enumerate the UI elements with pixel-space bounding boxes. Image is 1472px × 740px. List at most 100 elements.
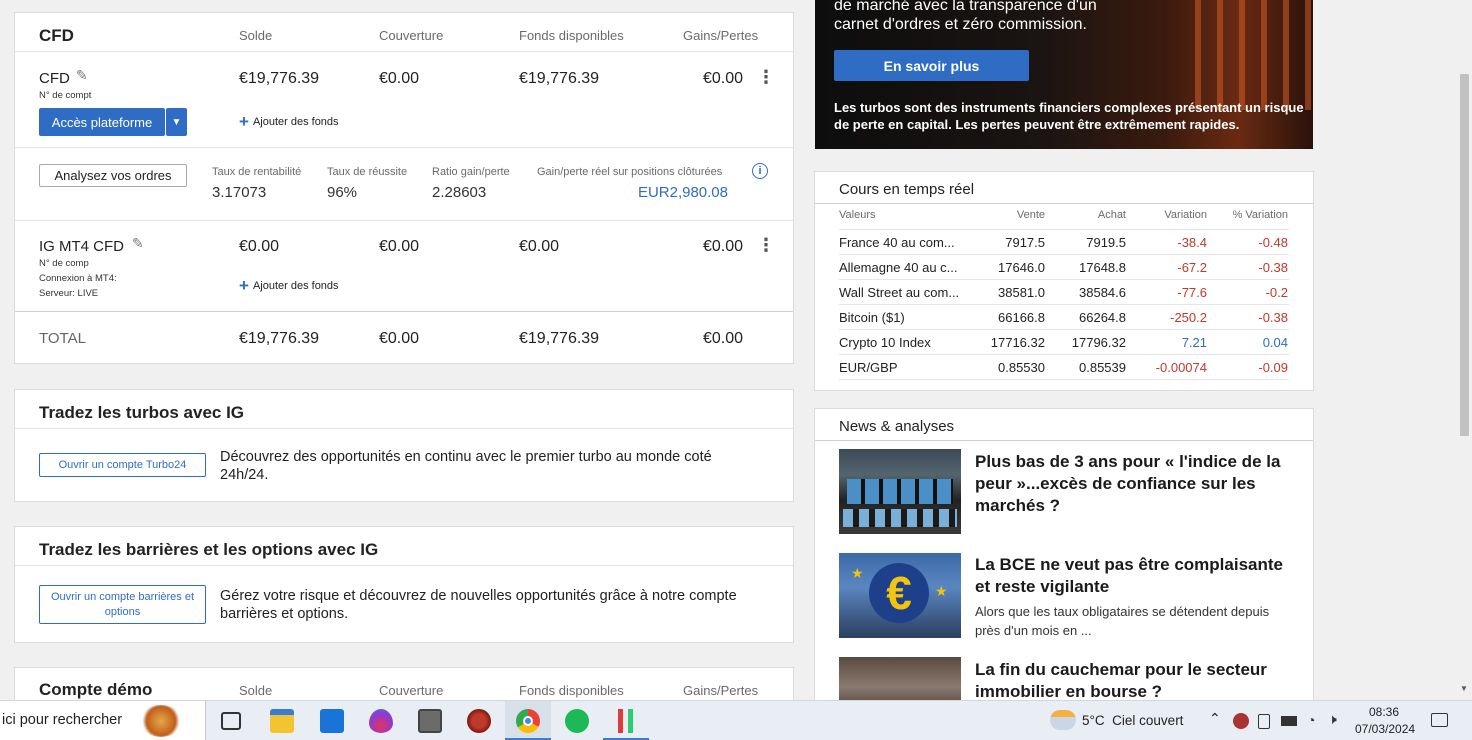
news-headline-3[interactable]: La fin du cauchemar pour le secteur immo… bbox=[975, 659, 1295, 703]
quote-name: France 40 au com... bbox=[839, 234, 955, 250]
notification-icon[interactable] bbox=[1431, 713, 1448, 727]
news-thumb-trading-floor[interactable] bbox=[839, 449, 961, 534]
quote-sell: 38581.0 bbox=[998, 284, 1045, 300]
demo-col-couverture: Couverture bbox=[379, 683, 444, 698]
quote-var: -0.00074 bbox=[1155, 359, 1207, 375]
demo-col-fonds: Fonds disponibles bbox=[519, 683, 624, 698]
file-explorer-icon[interactable] bbox=[270, 709, 294, 733]
account-mt4-couverture: €0.00 bbox=[379, 238, 420, 255]
total-couverture: €0.00 bbox=[379, 330, 420, 347]
info-icon[interactable]: i bbox=[752, 163, 768, 179]
total-gains: €0.00 bbox=[703, 330, 744, 347]
account-mt4-gains: €0.00 bbox=[703, 238, 744, 255]
task-view-icon[interactable] bbox=[221, 712, 241, 730]
star-icon: ★ bbox=[851, 565, 864, 581]
euro-icon: € bbox=[869, 563, 929, 623]
turbos-text: Découvrez des opportunités en continu av… bbox=[220, 449, 712, 483]
total-solde: €19,776.39 bbox=[239, 330, 320, 347]
news-headline-1[interactable]: Plus bas de 3 ans pour « l'indice de la … bbox=[975, 451, 1295, 517]
learn-more-button[interactable]: En savoir plus bbox=[834, 50, 1029, 81]
battery-icon[interactable] bbox=[1281, 716, 1297, 726]
barriers-card: Tradez les barrières et les options avec… bbox=[14, 526, 794, 643]
quote-name: Wall Street au com... bbox=[839, 284, 960, 300]
turbo-promo-banner: de marché avec la transparence d'un carn… bbox=[815, 0, 1313, 149]
open-barriers-button[interactable]: Ouvrir un compte barrières et options bbox=[39, 585, 206, 624]
clock-date[interactable]: 07/03/2024 bbox=[1355, 722, 1415, 736]
account-cfd-number: N° de compt bbox=[39, 90, 92, 101]
col-fonds: Fonds disponibles bbox=[519, 28, 624, 43]
candlestick-chart-icon[interactable] bbox=[614, 709, 638, 733]
quote-sell: 0.85530 bbox=[998, 359, 1045, 375]
quote-name: Bitcoin ($1) bbox=[839, 309, 905, 325]
taskbar-search-box[interactable]: ici pour rechercher bbox=[0, 701, 206, 740]
quote-pct: -0.38 bbox=[1258, 259, 1288, 275]
chevron-down-icon: ▼ bbox=[171, 116, 182, 128]
cfd-card-title: CFD bbox=[39, 26, 74, 45]
quote-name: Crypto 10 Index bbox=[839, 334, 931, 350]
account-cfd-couverture: €0.00 bbox=[379, 70, 420, 87]
barriers-text: Gérez votre risque et découvrez de nouve… bbox=[220, 588, 737, 622]
scroll-down-arrow-icon[interactable]: ▼ bbox=[1460, 684, 1468, 693]
quote-buy: 17648.8 bbox=[1079, 259, 1126, 275]
weather-text[interactable]: 5°C Ciel couvert bbox=[1082, 713, 1183, 728]
monitor-shapes bbox=[843, 509, 957, 527]
cloud-sun-icon[interactable] bbox=[1050, 710, 1076, 730]
platform-access-button[interactable]: Accès plateforme bbox=[39, 108, 165, 136]
mail-icon[interactable] bbox=[320, 709, 344, 733]
scroll-thumb[interactable] bbox=[1460, 74, 1469, 436]
account-cfd-name: CFD bbox=[39, 70, 70, 87]
device-icon[interactable] bbox=[1258, 714, 1270, 729]
add-funds-link[interactable]: + Ajouter des fonds bbox=[239, 113, 339, 130]
chrome-center-icon bbox=[523, 716, 533, 726]
quote-buy: 38584.6 bbox=[1079, 284, 1126, 300]
promo-line2: carnet d'ordres et zéro commission. bbox=[834, 16, 1087, 33]
news-summary-2: Alors que les taux obligataires se déten… bbox=[975, 604, 1270, 638]
platform-dropdown-button[interactable]: ▼ bbox=[166, 108, 187, 136]
quote-buy: 0.85539 bbox=[1079, 359, 1126, 375]
calculator-icon[interactable] bbox=[418, 709, 442, 733]
quote-name: Allemagne 40 au c... bbox=[839, 259, 958, 275]
spotify-icon[interactable] bbox=[565, 709, 589, 733]
account-mt4-login: Connexion à MT4: bbox=[39, 273, 117, 284]
account-mt4-name: IG MT4 CFD bbox=[39, 238, 124, 255]
total-label: TOTAL bbox=[39, 330, 86, 347]
quote-row[interactable]: Wall Street au com... 38581.0 38584.6 -77.6… bbox=[839, 280, 1289, 305]
quote-row[interactable]: Allemagne 40 au c... 17646.0 17648.8 -67.2 -… bbox=[839, 255, 1289, 280]
account-cfd-solde: €19,776.39 bbox=[239, 70, 320, 87]
quote-sell: 7917.5 bbox=[1005, 234, 1045, 250]
volume-muted-icon[interactable]: 🕨 bbox=[1328, 711, 1337, 728]
quote-sell: 17716.32 bbox=[990, 334, 1045, 350]
quote-sell: 66166.8 bbox=[998, 309, 1045, 325]
open-turbo24-button[interactable]: Ouvrir un compte Turbo24 bbox=[39, 453, 206, 477]
paint-icon[interactable] bbox=[369, 709, 393, 733]
add-funds-link[interactable]: + Ajouter des fonds bbox=[239, 277, 339, 294]
quote-row[interactable]: France 40 au com... 7917.5 7919.5 -38.4 -0.4… bbox=[839, 230, 1289, 255]
chevron-up-icon[interactable]: ⌃ bbox=[1209, 710, 1221, 727]
news-headline-2[interactable]: La BCE ne veut pas être complaisante et … bbox=[975, 554, 1295, 598]
quote-pct: 0.04 bbox=[1262, 334, 1288, 350]
quote-row[interactable]: EUR/GBP 0.85530 0.85539 -0.00074 -0.09 bbox=[839, 355, 1289, 380]
quote-sell: 17646.0 bbox=[998, 259, 1045, 275]
pencil-icon[interactable]: ✎ bbox=[76, 67, 88, 84]
chrome-icon[interactable] bbox=[516, 709, 540, 733]
page-scrollbar[interactable]: ▼ bbox=[1457, 0, 1472, 700]
banner-bars bbox=[1195, 0, 1313, 110]
quote-pct: -0.2 bbox=[1265, 284, 1288, 300]
quote-row[interactable]: Crypto 10 Index 17716.32 17796.32 7.21 0.04 bbox=[839, 330, 1289, 355]
col-couverture: Couverture bbox=[379, 28, 444, 43]
more-options-icon[interactable]: ⋮ bbox=[757, 235, 775, 256]
col-gains: Gains/Pertes bbox=[683, 28, 759, 43]
quote-row[interactable]: Bitcoin ($1) 66166.8 66264.8 -250.2 -0.38 bbox=[839, 305, 1289, 330]
pencil-icon[interactable]: ✎ bbox=[132, 235, 144, 252]
game-icon[interactable] bbox=[467, 709, 491, 733]
more-options-icon[interactable]: ⋮ bbox=[757, 67, 775, 88]
quote-var: -77.6 bbox=[1177, 284, 1207, 300]
wifi-icon[interactable]: ◔ bbox=[1307, 712, 1315, 728]
news-thumb-euro-sign[interactable]: € ★ ★ bbox=[839, 553, 961, 638]
col-solde: Solde bbox=[239, 28, 273, 43]
tray-app-icon[interactable] bbox=[1233, 713, 1249, 729]
stat-label-realized: Gain/perte réel sur positions clôturées bbox=[537, 166, 723, 178]
clock-time[interactable]: 08:36 bbox=[1369, 705, 1399, 719]
analyze-orders-button[interactable]: Analysez vos ordres bbox=[39, 164, 187, 187]
add-funds-label: Ajouter des fonds bbox=[252, 115, 339, 128]
